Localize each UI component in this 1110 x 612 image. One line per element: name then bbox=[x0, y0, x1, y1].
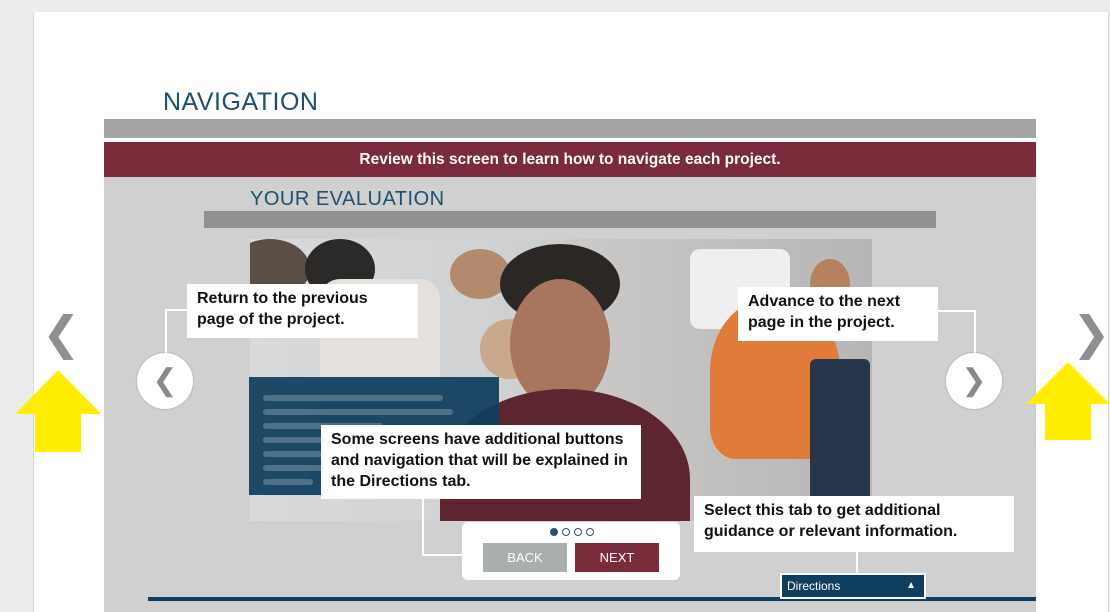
callout-directions: Select this tab to get additional guidan… bbox=[694, 496, 1014, 552]
pager-dot[interactable] bbox=[562, 528, 570, 536]
pager-dot[interactable] bbox=[586, 528, 594, 536]
title-underline-bar bbox=[104, 119, 1036, 138]
arrow-up-icon bbox=[1026, 362, 1110, 440]
chevron-left-icon: ❮ bbox=[152, 364, 178, 397]
blurred-text-line bbox=[263, 395, 443, 401]
blurred-text-line bbox=[263, 451, 323, 457]
directions-tab[interactable]: Directions ▲ bbox=[780, 573, 926, 599]
callout-connector bbox=[938, 310, 976, 355]
chevron-right-icon: ❯ bbox=[961, 364, 987, 397]
callout-connector bbox=[856, 552, 860, 574]
callout-previous: Return to the previous page of the proje… bbox=[187, 284, 418, 338]
back-button[interactable]: BACK bbox=[483, 543, 567, 572]
chevron-right-icon: ❯ bbox=[1072, 307, 1110, 359]
blurred-text-line bbox=[263, 409, 453, 415]
page-previous-button[interactable]: ❮ bbox=[42, 310, 81, 356]
callout-next: Advance to the next page in the project. bbox=[738, 287, 938, 341]
caret-up-icon: ▲ bbox=[906, 580, 916, 591]
directions-tab-label: Directions bbox=[787, 579, 841, 593]
page-title: NAVIGATION bbox=[163, 88, 319, 116]
slide-next-button[interactable]: ❯ bbox=[946, 353, 1002, 409]
arrow-up-icon bbox=[15, 370, 101, 452]
slide-title-bar bbox=[204, 211, 936, 228]
pager-dot-active[interactable] bbox=[550, 528, 558, 536]
callout-connector bbox=[165, 309, 189, 357]
pager-dot[interactable] bbox=[574, 528, 582, 536]
blurred-text-line bbox=[263, 479, 313, 485]
callout-buttons: Some screens have additional buttons and… bbox=[321, 425, 641, 499]
blurred-text-line bbox=[263, 465, 323, 471]
slide-title: YOUR EVALUATION bbox=[250, 188, 445, 210]
callout-connector bbox=[422, 499, 466, 556]
chevron-left-icon: ❮ bbox=[42, 307, 81, 359]
slide-previous-button[interactable]: ❮ bbox=[137, 353, 193, 409]
blurred-text-line bbox=[263, 437, 323, 443]
instruction-banner: Review this screen to learn how to navig… bbox=[104, 142, 1036, 177]
next-button[interactable]: NEXT bbox=[575, 543, 659, 572]
photo-shape bbox=[810, 359, 870, 519]
page-next-button[interactable]: ❯ bbox=[1072, 310, 1110, 356]
